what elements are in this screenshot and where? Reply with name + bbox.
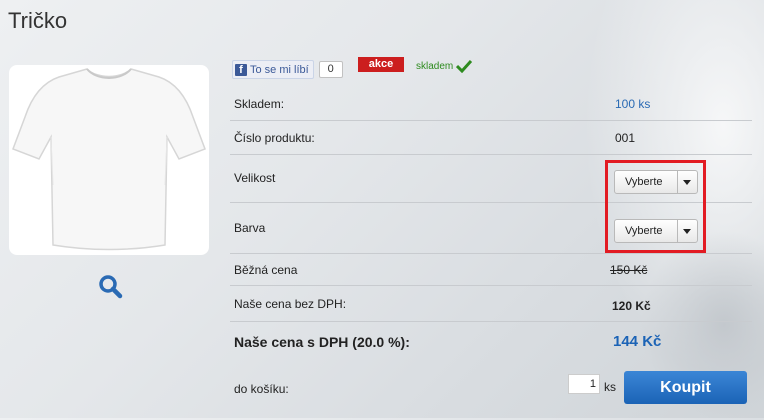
stock-badge-label: skladem: [416, 60, 454, 72]
product-code-label: Číslo produktu:: [234, 131, 315, 145]
price-no-vat-label: Naše cena bez DPH:: [234, 297, 347, 311]
buy-button[interactable]: Koupit: [624, 371, 747, 404]
product-image[interactable]: [9, 65, 209, 255]
like-count: 0: [318, 61, 343, 78]
tshirt-image: [12, 68, 206, 251]
stock-label: Skladem:: [234, 97, 285, 111]
highlight-box: [605, 160, 706, 253]
stock-badge: skladem: [416, 59, 473, 73]
color-label: Barva: [234, 221, 266, 235]
facebook-icon: f: [235, 63, 247, 76]
facebook-like[interactable]: f To se mi líbí 0: [232, 60, 343, 79]
product-code-row: Číslo produktu: 001: [230, 121, 752, 155]
regular-price-row: Běžná cena 150 Kč: [230, 254, 752, 286]
facebook-like-button[interactable]: f To se mi líbí: [232, 60, 314, 79]
like-label: To se mi líbí: [250, 63, 309, 76]
price-vat-row: Naše cena s DPH (20.0 %): 144 Kč: [230, 322, 752, 360]
stock-value: 100 ks: [615, 97, 651, 111]
add-to-cart-label: do košíku:: [234, 382, 289, 396]
page-title: Tričko: [8, 8, 68, 33]
quantity-unit: ks: [604, 380, 616, 394]
product-code-value: 001: [615, 131, 636, 145]
price-no-vat-value: 120 Kč: [612, 299, 651, 313]
size-label: Velikost: [234, 171, 276, 185]
regular-price-value: 150 Kč: [610, 263, 648, 277]
regular-price-label: Běžná cena: [234, 263, 298, 277]
stock-row: Skladem: 100 ks: [230, 88, 752, 121]
price-vat-label: Naše cena s DPH (20.0 %):: [234, 334, 410, 350]
sale-badge: akce: [358, 57, 404, 72]
quantity-input[interactable]: 1: [568, 374, 600, 394]
price-vat-value: 144 Kč: [613, 333, 662, 350]
price-no-vat-row: Naše cena bez DPH: 120 Kč: [230, 286, 752, 322]
checkmark-icon: [456, 59, 473, 73]
magnifier-icon[interactable]: [98, 274, 124, 300]
